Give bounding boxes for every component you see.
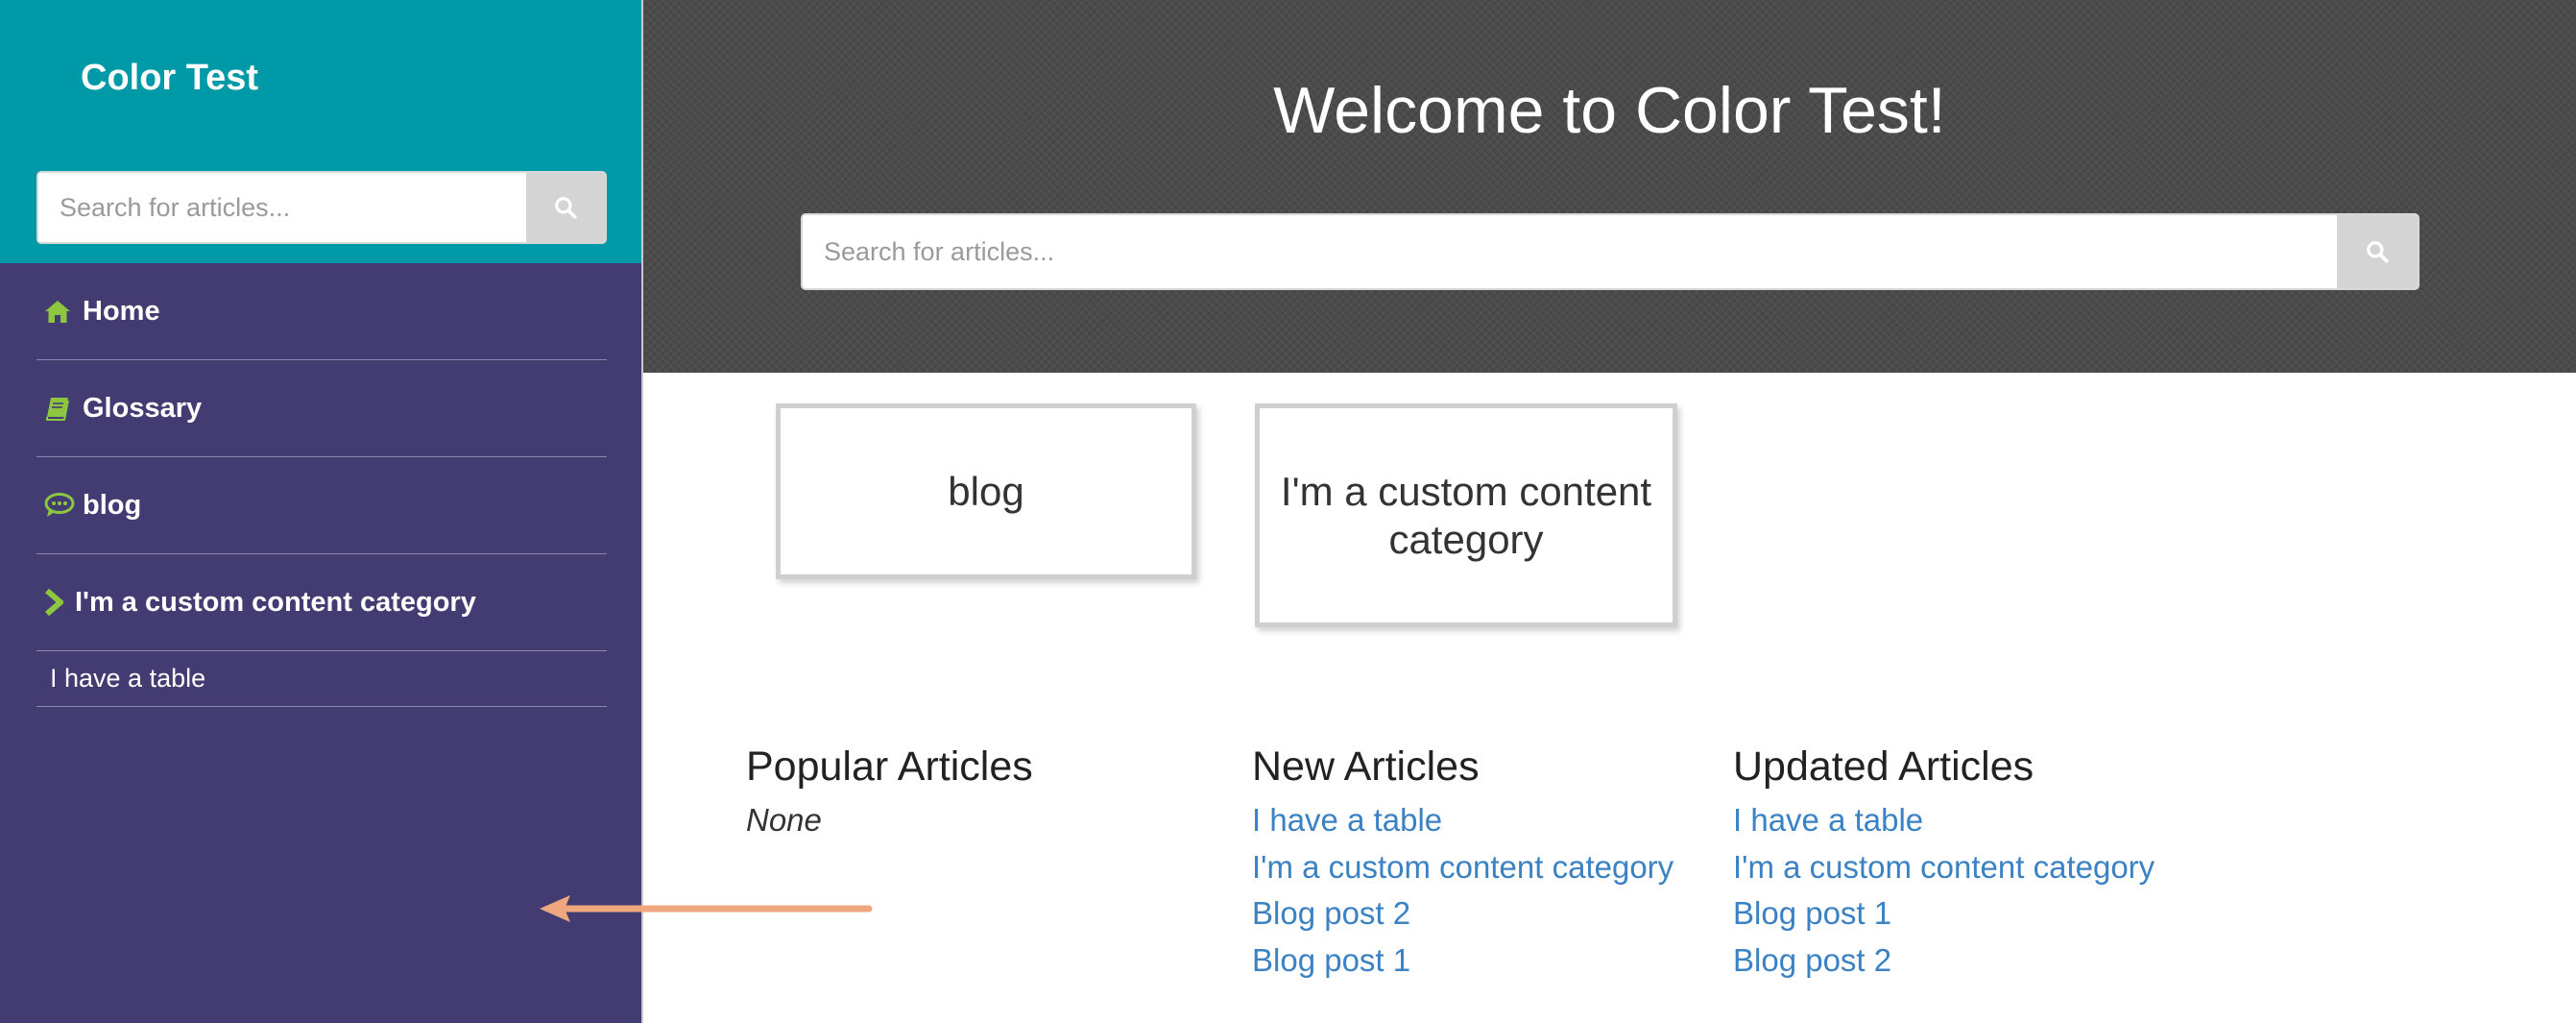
article-link[interactable]: Blog post 2 — [1252, 890, 1673, 938]
sidebar-item-label: I'm a custom content category — [75, 586, 476, 618]
sidebar-item-label: Home — [83, 295, 160, 327]
sidebar-item-blog[interactable]: blog — [36, 457, 607, 554]
sidebar-search — [36, 171, 607, 244]
hero-search — [801, 213, 2420, 290]
hero-search-button[interactable] — [2337, 215, 2418, 288]
category-tile-blog[interactable]: blog — [776, 403, 1196, 579]
popular-empty-text: None — [746, 802, 822, 838]
page-title: Welcome to Color Test! — [1273, 74, 1946, 147]
book-icon — [44, 395, 77, 422]
article-link[interactable]: I'm a custom content category — [1252, 844, 1673, 891]
sidebar-search-button[interactable] — [526, 173, 605, 242]
annotation-arrow-icon — [540, 895, 873, 922]
hero-search-input[interactable] — [803, 215, 2337, 288]
updated-articles: Updated Articles I have a table I'm a cu… — [1733, 740, 2155, 984]
brand-title[interactable]: Color Test — [81, 58, 258, 99]
search-icon — [555, 197, 577, 219]
sidebar-item-label: blog — [83, 489, 142, 521]
sidebar-nav: Home Glossary blog I'm a custom content … — [36, 263, 607, 707]
article-link[interactable]: Blog post 1 — [1733, 890, 2155, 938]
sidebar-item-glossary[interactable]: Glossary — [36, 360, 607, 457]
popular-articles: Popular Articles None — [746, 740, 1033, 843]
new-articles-heading: New Articles — [1252, 743, 1480, 790]
article-link[interactable]: Blog post 2 — [1733, 938, 2155, 985]
category-tile-custom[interactable]: I'm a custom content category — [1255, 403, 1677, 627]
sidebar-header: Color Test — [0, 0, 641, 263]
home-icon — [44, 299, 77, 324]
sidebar-subitem-label: I have a table — [50, 664, 206, 693]
sidebar-subitem-table[interactable]: I have a table — [36, 651, 607, 707]
category-tile-label: I'm a custom content category — [1280, 468, 1652, 562]
sidebar-item-custom-category[interactable]: I'm a custom content category — [36, 554, 607, 651]
article-link[interactable]: I have a table — [1733, 797, 2155, 844]
sidebar-search-input[interactable] — [38, 173, 526, 242]
updated-articles-heading: Updated Articles — [1733, 743, 2034, 790]
sidebar-item-label: Glossary — [83, 392, 203, 424]
search-icon — [2367, 241, 2389, 263]
chevron-right-icon — [44, 589, 69, 616]
hero-banner: Welcome to Color Test! — [643, 0, 2576, 373]
sidebar: Color Test Home — [0, 0, 873, 1023]
article-link[interactable]: I'm a custom content category — [1733, 844, 2155, 891]
category-tile-label: blog — [948, 468, 1024, 514]
new-articles: New Articles I have a table I'm a custom… — [1252, 740, 1673, 984]
sidebar-item-home[interactable]: Home — [36, 263, 607, 360]
article-link[interactable]: Blog post 1 — [1252, 938, 1673, 985]
article-link[interactable]: I have a table — [1252, 797, 1673, 844]
comment-icon — [44, 492, 77, 519]
popular-articles-heading: Popular Articles — [746, 743, 1033, 790]
